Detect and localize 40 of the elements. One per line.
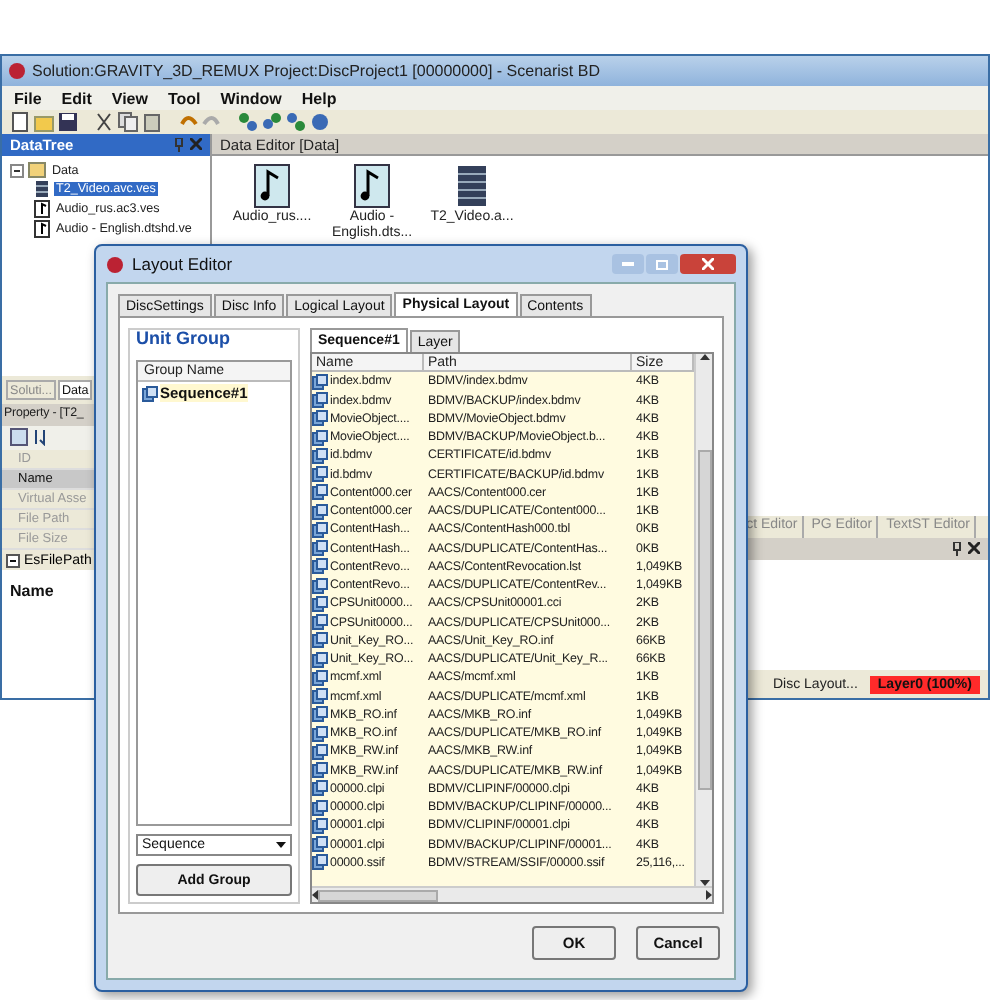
menu-item[interactable]: Window bbox=[220, 89, 282, 107]
horizontal-scrollbar[interactable] bbox=[312, 886, 712, 902]
close-button[interactable] bbox=[680, 254, 736, 274]
film-strip-icon bbox=[454, 164, 490, 208]
down-arrow-icon bbox=[699, 880, 709, 886]
app-icon bbox=[106, 255, 124, 273]
group-title: Unit Group bbox=[136, 328, 232, 348]
film-strip-icon bbox=[34, 180, 50, 198]
music-note-icon bbox=[354, 164, 390, 208]
caret-icon bbox=[276, 842, 286, 848]
maximize-icon bbox=[656, 259, 668, 269]
menu-item[interactable]: Help bbox=[301, 89, 337, 107]
close-icon bbox=[702, 258, 714, 270]
pin-icon bbox=[952, 542, 962, 556]
folder-icon bbox=[28, 162, 46, 178]
collapse-icon[interactable] bbox=[6, 553, 20, 567]
save-icon[interactable] bbox=[58, 112, 78, 132]
copy-icon[interactable] bbox=[118, 112, 138, 132]
right-arrow-icon bbox=[706, 890, 712, 900]
sort-categories-icon[interactable] bbox=[10, 428, 28, 446]
left-arrow-icon bbox=[312, 890, 318, 900]
property-description: Name bbox=[8, 580, 56, 604]
vertical-scrollbar[interactable] bbox=[694, 354, 712, 886]
app-icon bbox=[8, 62, 26, 80]
close-icon bbox=[968, 542, 980, 554]
window-title: Solution:GRAVITY_3D_REMUX Project:DiscProject1 [00000000] - Scenarist BD bbox=[32, 62, 600, 80]
sort-alphabetical-icon[interactable] bbox=[32, 428, 50, 446]
dialog-title: Layout Editor bbox=[132, 254, 233, 274]
music-note-icon bbox=[254, 164, 290, 208]
menu-item[interactable]: Tool bbox=[167, 89, 201, 107]
menu-item[interactable]: File bbox=[14, 89, 42, 107]
minimize-icon bbox=[622, 262, 634, 266]
new-file-icon[interactable] bbox=[10, 112, 30, 132]
file-icon bbox=[142, 385, 158, 401]
close-icon bbox=[190, 138, 202, 150]
pin-icon bbox=[174, 138, 184, 152]
menu-item[interactable]: View bbox=[111, 89, 148, 107]
up-arrow-icon bbox=[699, 354, 709, 360]
collapse-icon[interactable] bbox=[10, 163, 24, 177]
menu-item[interactable]: Edit bbox=[61, 89, 92, 107]
